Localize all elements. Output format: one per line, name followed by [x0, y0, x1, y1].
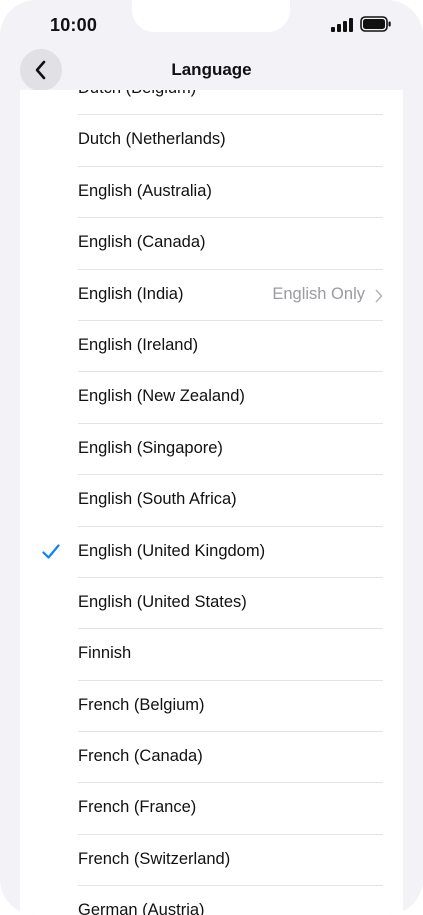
language-label: English (New Zealand): [78, 387, 245, 406]
checkmark-icon: [42, 543, 60, 559]
language-list-content: Dutch (Belgium) Dutch (Netherlands) Englis…: [20, 90, 403, 915]
signal-icon: [331, 18, 353, 32]
language-label: French (France): [78, 798, 197, 817]
chevron-right-icon: [375, 289, 383, 302]
status-time: 10:00: [50, 15, 98, 35]
language-row[interactable]: French (France): [20, 783, 403, 836]
language-detail: English Only: [272, 284, 365, 303]
language-row[interactable]: English (Singapore): [20, 424, 403, 476]
language-label: English (India): [78, 284, 184, 303]
language-row[interactable]: French (Switzerland): [20, 835, 403, 887]
language-row[interactable]: English (India) English Only: [20, 270, 403, 322]
language-row[interactable]: Dutch (Belgium): [20, 90, 403, 116]
language-label: English (Singapore): [78, 438, 223, 457]
language-label: Dutch (Netherlands): [78, 130, 226, 149]
language-row[interactable]: English (Australia): [20, 167, 403, 219]
language-label: French (Switzerland): [78, 849, 231, 868]
language-row[interactable]: German (Austria): [20, 886, 403, 915]
language-row[interactable]: English (Ireland): [20, 321, 403, 373]
language-label: Finnish: [78, 644, 132, 663]
language-row[interactable]: English (South Africa): [20, 475, 403, 527]
language-label: English (Australia): [78, 181, 212, 200]
language-row[interactable]: French (Belgium): [20, 681, 403, 733]
language-row[interactable]: French (Canada): [20, 732, 403, 784]
language-label: English (Ireland): [78, 335, 199, 354]
language-row[interactable]: English (New Zealand): [20, 372, 403, 425]
phone-screen: 10:00 Language Dutch (Belgium) Dutch (Net…: [0, 0, 423, 915]
page-title: Language: [171, 60, 252, 79]
battery-icon: [360, 16, 391, 32]
language-label: English (South Africa): [78, 490, 237, 509]
language-label: French (Canada): [78, 747, 203, 766]
language-row[interactable]: English (United States): [20, 578, 403, 630]
language-label: English (United States): [78, 592, 247, 611]
language-row[interactable]: English (United Kingdom): [20, 527, 403, 579]
language-label: German (Austria): [78, 901, 205, 915]
navigation-bar: Language: [0, 44, 423, 92]
language-row[interactable]: English (Canada): [20, 218, 403, 270]
status-bar: 10:00: [0, 0, 423, 50]
language-row[interactable]: Finnish: [20, 629, 403, 682]
language-list[interactable]: Dutch (Belgium) Dutch (Netherlands) Englis…: [20, 90, 403, 915]
language-label: French (Belgium): [78, 695, 205, 714]
language-label: English (Canada): [78, 233, 206, 252]
language-label: Dutch (Belgium): [78, 90, 196, 98]
language-row[interactable]: Dutch (Netherlands): [20, 115, 403, 168]
language-label: English (United Kingdom): [78, 541, 266, 560]
